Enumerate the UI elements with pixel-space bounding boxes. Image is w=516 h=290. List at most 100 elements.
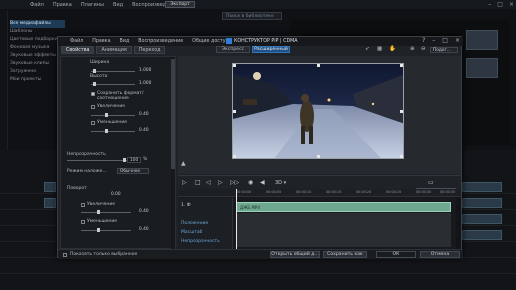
keep-ratio-checkbox[interactable] bbox=[91, 92, 95, 96]
ok-button[interactable]: ОК bbox=[376, 251, 416, 258]
hand-icon[interactable]: ✋ bbox=[389, 46, 396, 52]
rot-increase-value[interactable]: 0.40 bbox=[139, 209, 149, 214]
scrollbar-thumb[interactable] bbox=[171, 59, 175, 169]
resize-handle[interactable] bbox=[317, 64, 320, 67]
close-icon[interactable]: × bbox=[455, 37, 460, 44]
resize-handle[interactable] bbox=[400, 155, 403, 158]
save-as-button[interactable]: Сохранить как bbox=[323, 251, 367, 258]
bg-menu-view[interactable]: Вид bbox=[113, 2, 123, 8]
cancel-button[interactable]: Отмена bbox=[420, 251, 460, 258]
rot-decrease-checkbox[interactable] bbox=[81, 220, 85, 224]
scale-decrease-slider[interactable] bbox=[91, 129, 135, 133]
scale-decrease-checkbox[interactable] bbox=[91, 121, 95, 125]
height-slider[interactable] bbox=[91, 82, 135, 86]
maximize-icon[interactable]: □ bbox=[442, 37, 448, 44]
bg-thumbnail[interactable] bbox=[466, 30, 498, 50]
maximize-icon[interactable]: □ bbox=[497, 1, 503, 8]
video-frame[interactable] bbox=[232, 63, 404, 159]
rot-decrease-slider[interactable] bbox=[81, 228, 131, 232]
volume-icon[interactable]: ◀ bbox=[260, 179, 265, 186]
bg-clip[interactable] bbox=[462, 182, 502, 192]
height-value[interactable]: 1.000 bbox=[139, 81, 151, 86]
bg-clip[interactable] bbox=[44, 182, 56, 192]
zoom-icon[interactable]: ⊕ bbox=[410, 46, 415, 52]
zoom-out-icon[interactable]: ⊖ bbox=[421, 46, 426, 52]
menu-file[interactable]: Файл bbox=[70, 39, 83, 44]
play-icon[interactable]: ▷ bbox=[182, 179, 187, 186]
bg-menu-edit[interactable]: Правка bbox=[53, 2, 72, 8]
blend-mode-dropdown[interactable]: Обычное bbox=[117, 168, 149, 174]
scale-decrease-value[interactable]: 0.40 bbox=[139, 128, 149, 133]
bg-tree-item[interactable]: Шаблоны bbox=[10, 28, 65, 36]
grid-icon[interactable]: ▦ bbox=[377, 46, 382, 52]
3d-toggle-icon[interactable]: 3D ▾ bbox=[275, 180, 286, 186]
bg-menu-plugins[interactable]: Плагины bbox=[81, 2, 104, 8]
scale-row-label[interactable]: Масштаб bbox=[178, 229, 233, 237]
minimize-icon[interactable]: – bbox=[432, 37, 435, 44]
slider-knob[interactable] bbox=[105, 113, 108, 117]
rot-decrease-value[interactable]: 0.40 bbox=[139, 227, 149, 232]
bg-thumbnail[interactable] bbox=[466, 58, 498, 78]
menu-edit[interactable]: Правка bbox=[92, 39, 110, 44]
advanced-mode-button[interactable]: Расширенный bbox=[252, 46, 290, 53]
open-shared-button[interactable]: Открыть общий д... bbox=[270, 251, 320, 258]
bg-tree-item[interactable]: Все медиафайлы bbox=[10, 20, 65, 28]
track-label[interactable]: 1. Ф bbox=[178, 202, 233, 210]
slider-knob[interactable] bbox=[93, 69, 96, 73]
close-icon[interactable]: × bbox=[509, 1, 514, 8]
express-mode-button[interactable]: Экспресс bbox=[216, 46, 250, 53]
stop-icon[interactable]: □ bbox=[195, 179, 201, 186]
scale-increase-slider[interactable] bbox=[91, 113, 135, 117]
help-icon[interactable]: ? bbox=[422, 37, 425, 44]
slider-knob[interactable] bbox=[123, 158, 126, 162]
slider-knob[interactable] bbox=[97, 210, 100, 214]
resize-handle[interactable] bbox=[233, 155, 236, 158]
bg-clip[interactable] bbox=[44, 198, 56, 208]
width-value[interactable]: 1.000 bbox=[139, 68, 151, 73]
show-selected-only-checkbox[interactable] bbox=[63, 253, 67, 257]
timeline-scrollbar[interactable] bbox=[456, 198, 461, 249]
tab-properties[interactable]: Свойства bbox=[61, 46, 95, 54]
opacity-value-field[interactable]: 100 bbox=[127, 157, 141, 163]
bg-library-search-input[interactable]: Поиск в библиотеке bbox=[222, 12, 282, 20]
scale-increase-checkbox[interactable] bbox=[91, 105, 95, 109]
fullscreen-icon[interactable]: ▭ bbox=[428, 179, 434, 186]
rotation-value[interactable]: 0.00 bbox=[111, 192, 121, 197]
slider-knob[interactable] bbox=[105, 129, 108, 133]
menu-share[interactable]: Общие доступ bbox=[192, 39, 229, 44]
bg-clip[interactable] bbox=[462, 230, 502, 240]
timeline-playhead[interactable] bbox=[236, 189, 237, 249]
scale-increase-value[interactable]: 0.40 bbox=[139, 112, 149, 117]
snapshot-icon[interactable]: ◉ bbox=[248, 179, 253, 186]
properties-scrollbar[interactable] bbox=[171, 57, 175, 250]
fast-forward-icon[interactable]: ▷▷ bbox=[230, 179, 239, 186]
width-slider[interactable] bbox=[91, 69, 135, 73]
previous-frame-icon[interactable]: ◁ bbox=[206, 179, 211, 186]
rot-increase-checkbox[interactable] bbox=[81, 203, 85, 207]
minimize-icon[interactable]: – bbox=[488, 1, 491, 8]
opacity-row-label[interactable]: Непрозрачность bbox=[178, 238, 233, 246]
preview-viewer[interactable]: ▲ bbox=[178, 56, 461, 174]
resize-handle[interactable] bbox=[233, 64, 236, 67]
bg-clip[interactable] bbox=[462, 214, 502, 224]
resize-handle[interactable] bbox=[400, 110, 403, 113]
position-row-label[interactable]: Положение bbox=[178, 220, 233, 228]
bg-menu-file[interactable]: Файл bbox=[30, 2, 44, 8]
rot-increase-slider[interactable] bbox=[81, 210, 131, 214]
slider-knob[interactable] bbox=[93, 82, 96, 86]
flip-icon[interactable]: ▲ bbox=[181, 160, 186, 167]
resize-handle[interactable] bbox=[233, 110, 236, 113]
menu-view[interactable]: Вид bbox=[120, 39, 130, 44]
resize-handle[interactable] bbox=[317, 155, 320, 158]
pointer-icon[interactable]: ➶ bbox=[365, 46, 370, 52]
bg-clip[interactable] bbox=[462, 198, 502, 208]
slider-knob[interactable] bbox=[97, 228, 100, 232]
opacity-slider[interactable] bbox=[67, 158, 127, 162]
bg-export-button[interactable]: Экспорт bbox=[165, 1, 195, 8]
menu-playback[interactable]: Воспроизведение bbox=[138, 39, 183, 44]
timeline-clip[interactable]: ДЖБ.МР4 bbox=[236, 202, 451, 212]
tab-animation[interactable]: Анимация bbox=[96, 46, 132, 54]
resize-handle[interactable] bbox=[400, 64, 403, 67]
zoom-dropdown[interactable]: Подог... bbox=[430, 47, 458, 53]
keyframe-rows-area[interactable] bbox=[236, 213, 451, 247]
